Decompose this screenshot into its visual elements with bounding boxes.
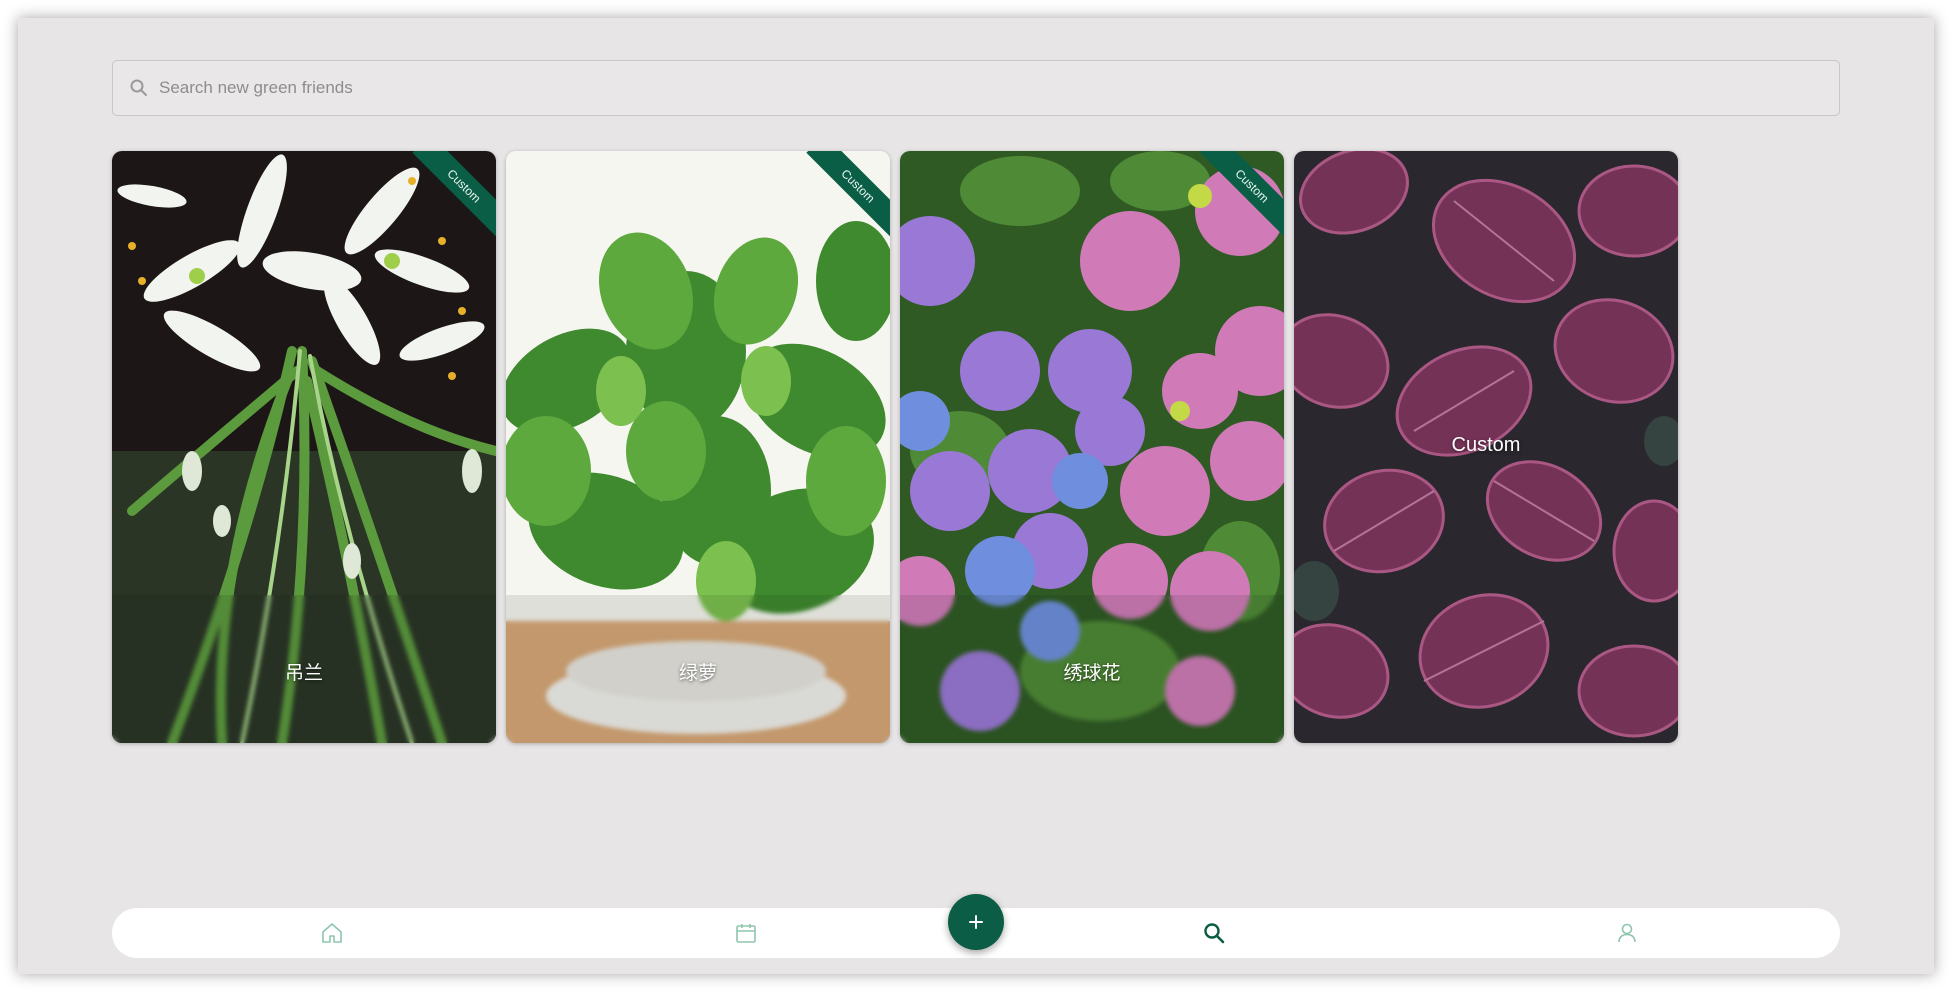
search-icon <box>129 78 149 98</box>
search-icon <box>1204 923 1225 944</box>
search-bar[interactable] <box>112 60 1840 116</box>
plant-card[interactable]: 绣球花 Custom <box>900 151 1284 743</box>
nav-home[interactable] <box>320 921 344 945</box>
nav-calendar[interactable] <box>734 921 758 945</box>
add-plant-button[interactable] <box>948 894 1004 950</box>
plant-card[interactable]: 绿萝 Custom <box>506 151 890 743</box>
nav-search[interactable] <box>1202 921 1226 945</box>
calendar-icon <box>736 924 756 943</box>
plant-card[interactable]: 吊兰 Custom <box>112 151 496 743</box>
plant-name: 绿萝 <box>678 662 717 684</box>
plus-icon <box>969 915 983 929</box>
plant-name: 吊兰 <box>284 662 323 684</box>
custom-plant-card[interactable]: Custom <box>1294 151 1678 743</box>
home-icon <box>322 923 342 943</box>
search-input[interactable] <box>159 78 1759 98</box>
user-icon <box>1618 923 1636 943</box>
custom-card-label: Custom <box>1451 434 1521 456</box>
plant-name: 绣球花 <box>1063 662 1121 684</box>
app-window: 吊兰 Custom <box>18 18 1934 974</box>
nav-profile[interactable] <box>1615 921 1639 945</box>
